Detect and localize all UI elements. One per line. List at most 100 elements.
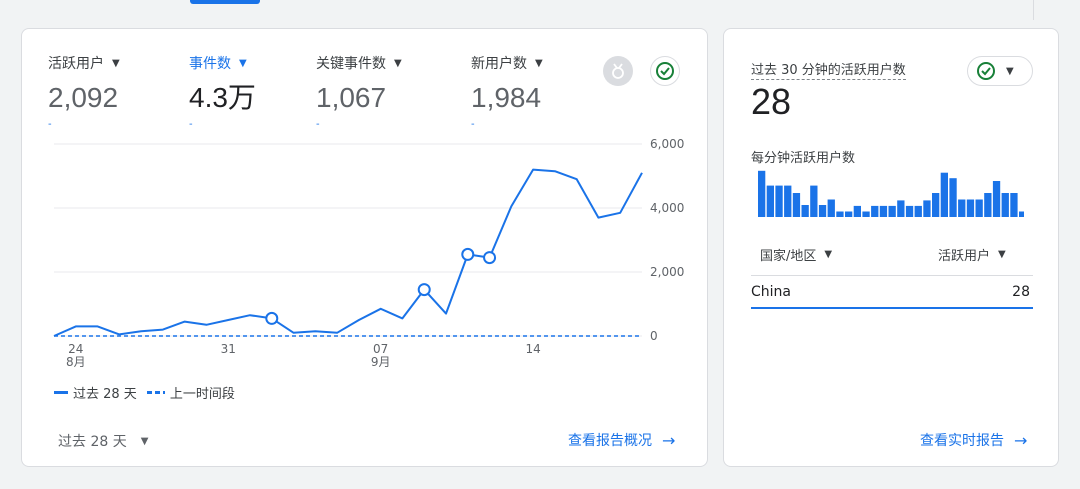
overview-card: 活跃用户 ▼ 2,092 - 事件数 ▼ 4.3万 - 关键事件数 ▼ 1,06… (21, 28, 708, 467)
per-minute-bar (1010, 193, 1018, 217)
per-minute-bar (966, 199, 975, 217)
metric-value: 1,984 (471, 82, 542, 113)
per-minute-bar (758, 170, 766, 217)
caret-down-icon: ▼ (535, 57, 543, 69)
column-header-country[interactable]: 国家/地区 ▼ (760, 245, 832, 264)
check-circle-icon (977, 62, 995, 80)
metric-label: 新用户数 (471, 56, 527, 72)
per-minute-bar (975, 199, 983, 217)
metric-event-count[interactable]: 事件数 ▼ 4.3万 (189, 53, 256, 115)
legend-swatch-dashed (146, 391, 165, 394)
y-tick-label: 6,000 (650, 139, 684, 151)
realtime-title[interactable]: 过去 30 分钟的活跃用户数 (751, 59, 906, 80)
date-range-label: 过去 28 天 (58, 434, 127, 450)
per-minute-bar (958, 199, 966, 217)
per-minute-bar (836, 211, 844, 217)
metric-value: 2,092 (48, 82, 119, 113)
metric-active-users[interactable]: 活跃用户 ▼ 2,092 (48, 53, 120, 115)
realtime-card: 过去 30 分钟的活跃用户数 28 ▼ 每分钟活跃用户数 国家/地区 ▼ 活跃用… (723, 28, 1059, 467)
per-minute-bar (862, 211, 870, 217)
table-row-label: China (751, 284, 791, 300)
caret-down-icon: ▼ (140, 435, 149, 447)
legend-item-current: 过去 28 天 (54, 383, 137, 402)
per-minute-bar (984, 193, 992, 217)
caret-down-icon: ▼ (112, 57, 120, 69)
x-tick-sublabel: 8月 (66, 355, 86, 369)
caret-down-icon: ▼ (824, 249, 833, 260)
divider (751, 275, 1033, 276)
metric-change: - (48, 119, 52, 130)
table-row-value: 28 (1012, 284, 1030, 300)
per-minute-bar (879, 205, 888, 217)
metric-label: 活跃用户 (48, 56, 104, 72)
per-minute-bar (949, 178, 957, 217)
per-minute-bar (923, 200, 931, 217)
per-minute-bar (766, 185, 774, 217)
per-minute-bar (845, 211, 853, 217)
x-tick-label: 24 (68, 342, 83, 356)
active-tab-indicator-stub (190, 0, 260, 4)
per-minute-bar (801, 205, 809, 217)
y-tick-label: 4,000 (650, 201, 684, 215)
realtime-value: 28 (751, 81, 792, 122)
per-minute-label: 每分钟活跃用户数 (751, 151, 856, 166)
line-chart: 6,000 4,000 2,000 0 248月 31 079月 14 (53, 139, 684, 369)
caret-down-icon: ▼ (1006, 65, 1014, 77)
date-range-dropdown[interactable]: 过去 28 天 ▼ (58, 431, 148, 451)
per-minute-bar (810, 185, 818, 217)
check-circle-icon[interactable] (650, 56, 680, 86)
metric-value: 4.3万 (189, 82, 256, 113)
annotation-marker (265, 311, 279, 325)
metric-change: - (471, 119, 475, 130)
metric-new-users[interactable]: 新用户数 ▼ 1,984 (471, 53, 543, 115)
link-label: 查看实时报告 (920, 433, 1004, 449)
x-tick-sublabel: 9月 (371, 355, 391, 369)
arrow-right-icon: → (662, 430, 676, 450)
table-row-bar (751, 307, 1033, 309)
per-minute-bar (784, 185, 792, 217)
header-label: 活跃用户 (938, 249, 991, 264)
caret-down-icon: ▼ (394, 57, 402, 69)
per-minute-bar (871, 205, 879, 217)
annotation-marker (417, 283, 431, 297)
per-minute-bar (888, 205, 896, 217)
per-minute-bar (775, 185, 783, 217)
per-minute-bar (897, 200, 905, 217)
legend-label: 过去 28 天 (73, 387, 137, 402)
status-dropdown[interactable]: ▼ (967, 56, 1033, 86)
per-minute-bar (853, 205, 861, 217)
annotation-marker (483, 251, 497, 265)
per-minute-bar (905, 205, 914, 217)
per-minute-bar (792, 193, 801, 217)
link-label: 查看报告概况 (568, 433, 652, 449)
view-realtime-report-link[interactable]: 查看实时报告 → (920, 430, 1027, 450)
per-minute-bar (914, 205, 922, 217)
x-tick-label: 07 (373, 342, 388, 356)
legend-swatch-solid (54, 391, 68, 394)
y-tick-label: 0 (650, 329, 658, 343)
metric-value: 1,067 (316, 82, 387, 113)
per-minute-bar (932, 193, 940, 217)
annotation-marker (461, 247, 475, 261)
metric-change: - (316, 119, 320, 130)
metric-key-events[interactable]: 关键事件数 ▼ 1,067 (316, 53, 402, 115)
caret-down-icon: ▼ (998, 249, 1006, 260)
per-minute-bar (1019, 211, 1024, 217)
per-minute-bar (818, 205, 827, 217)
y-tick-label: 2,000 (650, 265, 684, 279)
legend-label: 上一时间段 (169, 387, 235, 402)
view-overview-report-link[interactable]: 查看报告概况 → (568, 430, 675, 450)
series-line-current (53, 168, 643, 337)
metric-label: 事件数 (189, 56, 231, 72)
column-header-active-users[interactable]: 活跃用户 ▼ (938, 245, 1006, 264)
x-tick-label: 14 (525, 342, 540, 356)
per-minute-bar (940, 172, 948, 217)
per-minute-bar (827, 199, 835, 217)
caret-down-icon: ▼ (239, 57, 247, 69)
per-minute-bar (992, 181, 1001, 217)
medal-icon[interactable] (603, 56, 633, 86)
header-label: 国家/地区 (760, 249, 817, 264)
divider (1033, 0, 1034, 20)
metric-label: 关键事件数 (316, 56, 386, 72)
arrow-right-icon: → (1014, 430, 1028, 450)
